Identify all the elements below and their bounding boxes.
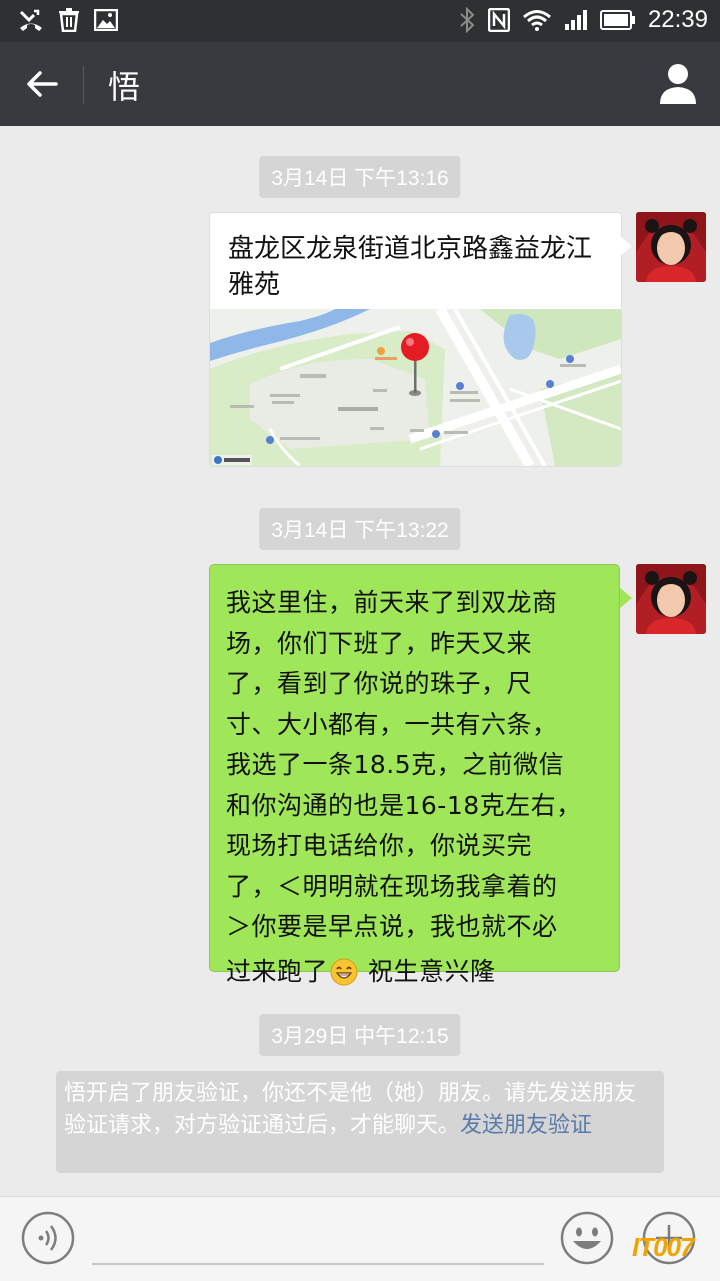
nfc-icon bbox=[487, 8, 510, 32]
input-bar bbox=[0, 1196, 720, 1281]
message-tail-text: 祝生意兴隆 bbox=[368, 956, 496, 986]
avatar[interactable] bbox=[636, 564, 706, 634]
message-line: 过来跑了 bbox=[226, 956, 329, 986]
text-message-bubble[interactable]: 我这里住，前天来了到双龙商 场，你们下班了，昨天又来 了，看到了你说的珠子，尺 … bbox=[209, 564, 620, 986]
bubble-tail bbox=[620, 236, 632, 256]
message-line: 和你沟通的也是16-18克左右， bbox=[226, 790, 582, 820]
trash-icon bbox=[59, 8, 79, 32]
message-input[interactable] bbox=[92, 1263, 544, 1265]
back-arrow-icon[interactable] bbox=[22, 64, 62, 104]
signal-icon bbox=[564, 10, 587, 30]
map-thumbnail bbox=[210, 309, 621, 466]
system-notice: 悟开启了朋友验证，你还不是他（她）朋友。请先发送朋友验证请求，对方验证通过后，才… bbox=[56, 1071, 664, 1173]
timestamp: 3月29日 中午12:15 bbox=[259, 1014, 461, 1056]
message-line: 寸、大小都有，一共有六条， bbox=[226, 709, 558, 739]
location-title: 盘龙区龙泉街道北京路鑫益龙江雅苑 bbox=[228, 234, 593, 300]
avatar[interactable] bbox=[636, 212, 706, 282]
chat-header: 悟 bbox=[0, 42, 720, 126]
status-time: 22:39 bbox=[647, 6, 708, 33]
voice-input-icon[interactable] bbox=[21, 1211, 75, 1265]
message-line: 了，＜明明就在现场我拿着的 bbox=[226, 871, 558, 901]
battery-icon bbox=[599, 10, 635, 30]
wifi-icon bbox=[522, 10, 551, 31]
watermark-logo: IT007 bbox=[632, 1232, 694, 1262]
missed-call-icon bbox=[19, 9, 42, 31]
message-line: 我这里住，前天来了到双龙商 bbox=[226, 588, 558, 617]
bubble-tail bbox=[620, 588, 632, 608]
message-text: 我这里住，前天来了到双龙商 场，你们下班了，昨天又来 了，看到了你说的珠子，尺 … bbox=[226, 583, 606, 992]
emoji-icon[interactable] bbox=[560, 1211, 614, 1265]
message-line: 我选了一条18.5克，之前微信 bbox=[226, 750, 565, 779]
message-line-last: 过来跑了 祝生意兴隆 bbox=[226, 952, 606, 993]
location-message-card[interactable]: 盘龙区龙泉街道北京路鑫益龙江雅苑 bbox=[209, 212, 622, 467]
timestamp: 3月14日 下午13:16 bbox=[259, 156, 461, 198]
message-line: 现场打电话给你，你说买完 bbox=[226, 831, 533, 860]
image-icon bbox=[94, 9, 118, 31]
bluetooth-icon bbox=[460, 7, 475, 33]
message-line: 场，你们下班了，昨天又来 bbox=[226, 628, 533, 658]
grin-emoji-icon bbox=[330, 958, 358, 985]
status-bar: 22:39 bbox=[0, 0, 720, 42]
header-divider bbox=[83, 66, 84, 104]
timestamp: 3月14日 下午13:22 bbox=[259, 508, 461, 550]
profile-icon[interactable] bbox=[658, 62, 698, 106]
chat-title: 悟 bbox=[108, 68, 141, 106]
message-line: 了，看到了你说的珠子，尺 bbox=[226, 669, 533, 698]
send-verification-link[interactable]: 发送朋友验证 bbox=[460, 1113, 592, 1138]
message-line: ＞你要是早点说，我也就不必 bbox=[226, 912, 558, 941]
